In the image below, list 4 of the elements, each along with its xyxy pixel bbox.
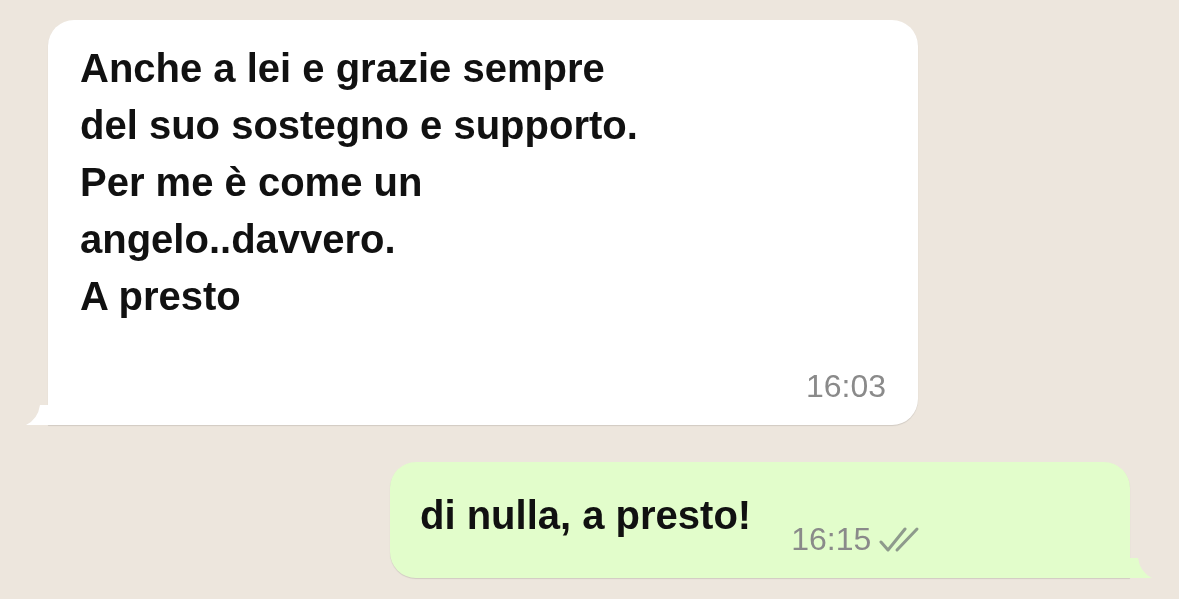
message-time: 16:03	[805, 368, 886, 405]
message-text: Anche a lei e grazie sempre del suo sostegno e supporto. Per me è come un angelo..davvero. A presto	[80, 45, 638, 320]
message-text: di nulla, a presto!	[420, 491, 752, 539]
message-time: 16:15	[791, 521, 872, 558]
